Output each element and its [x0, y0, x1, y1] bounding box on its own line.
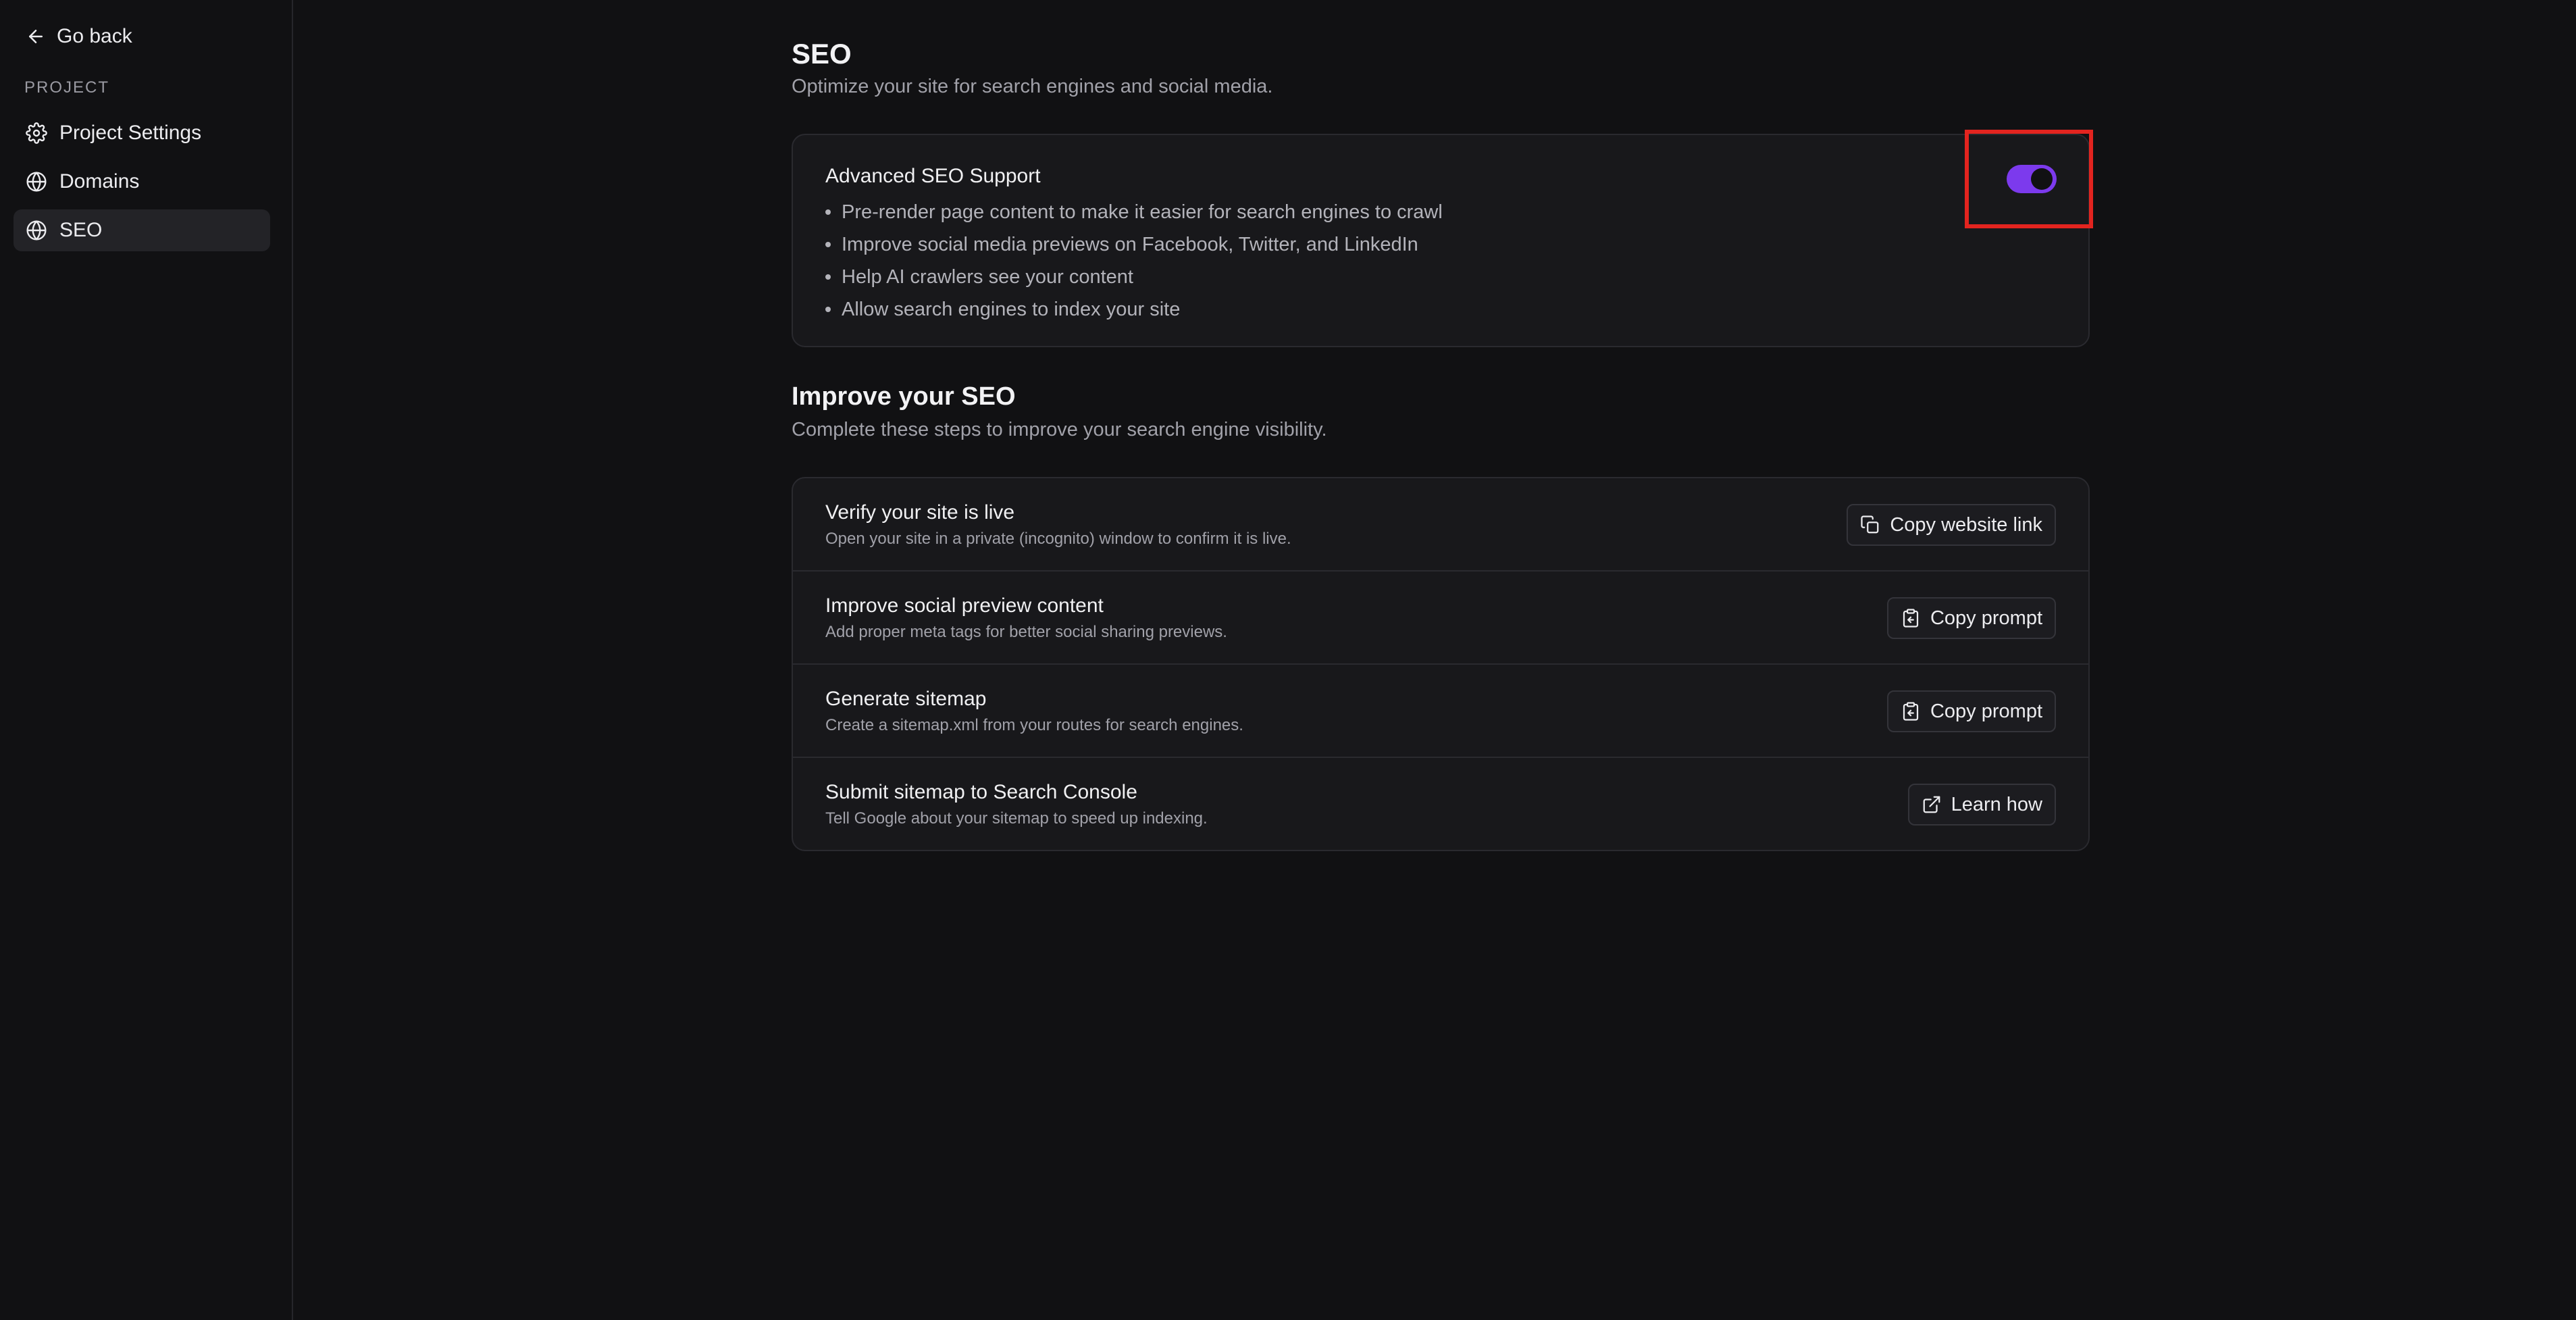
gear-icon: [26, 122, 47, 144]
step-description: Tell Google about your sitemap to speed …: [825, 809, 1208, 828]
go-back-button[interactable]: Go back: [26, 20, 132, 53]
step-row-verify-live: Verify your site is live Open your site …: [793, 478, 2088, 572]
step-description: Open your site in a private (incognito) …: [825, 530, 1291, 548]
advanced-seo-title: Advanced SEO Support: [825, 165, 1041, 187]
list-item: Allow search engines to index your site: [825, 293, 1443, 326]
sidebar-item-project-settings[interactable]: Project Settings: [14, 112, 270, 154]
button-label: Copy website link: [1890, 513, 2042, 536]
sidebar-item-label: Project Settings: [59, 122, 202, 144]
step-row-submit-sitemap: Submit sitemap to Search Console Tell Go…: [793, 758, 2088, 850]
button-label: Learn how: [1951, 793, 2042, 815]
advanced-seo-feature-list: Pre-render page content to make it easie…: [825, 196, 1443, 326]
list-item: Improve social media previews on Faceboo…: [825, 228, 1443, 261]
sidebar-item-domains[interactable]: Domains: [14, 161, 270, 203]
advanced-seo-card: Advanced SEO Support Pre-render page con…: [792, 130, 2093, 347]
step-description: Add proper meta tags for better social s…: [825, 623, 1227, 641]
copy-prompt-button[interactable]: Copy prompt: [1886, 597, 2056, 639]
clipboard-icon: [1903, 609, 1919, 628]
step-row-generate-sitemap: Generate sitemap Create a sitemap.xml fr…: [793, 665, 2088, 758]
sidebar: Go back PROJECT Project Settings Domains…: [0, 0, 293, 1320]
app-window: Go back PROJECT Project Settings Domains…: [0, 0, 2576, 1320]
step-title: Generate sitemap: [825, 688, 987, 710]
step-row-social-preview: Improve social preview content Add prope…: [793, 572, 2088, 665]
list-item: Help AI crawlers see your content: [825, 261, 1443, 293]
globe-icon: [26, 172, 47, 192]
copy-prompt-button[interactable]: Copy prompt: [1886, 690, 2056, 732]
improve-seo-title: Improve your SEO: [792, 382, 1016, 411]
list-item: Pre-render page content to make it easie…: [825, 196, 1443, 228]
copy-icon: [1861, 515, 1879, 534]
arrow-left-icon: [29, 30, 43, 43]
clipboard-icon: [1903, 702, 1919, 721]
page-subtitle: Optimize your site for search engines an…: [792, 76, 1273, 97]
toggle-knob: [2031, 168, 2053, 190]
sidebar-item-label: Domains: [59, 170, 140, 193]
globe-icon: [26, 220, 47, 240]
step-title: Improve social preview content: [825, 594, 1104, 617]
seo-steps-card: Verify your site is live Open your site …: [792, 477, 2090, 851]
learn-how-button[interactable]: Learn how: [1907, 784, 2056, 826]
external-link-icon: [1923, 796, 1940, 813]
sidebar-section-label: PROJECT: [24, 78, 110, 97]
sidebar-item-seo[interactable]: SEO: [14, 209, 270, 251]
advanced-seo-toggle[interactable]: [2007, 165, 2057, 193]
go-back-label: Go back: [57, 25, 132, 47]
sidebar-item-label: SEO: [59, 219, 103, 241]
page-title: SEO: [792, 38, 852, 70]
button-label: Copy prompt: [1930, 607, 2042, 629]
button-label: Copy prompt: [1930, 700, 2042, 722]
step-title: Submit sitemap to Search Console: [825, 781, 1137, 803]
step-description: Create a sitemap.xml from your routes fo…: [825, 716, 1243, 734]
copy-website-link-button[interactable]: Copy website link: [1847, 504, 2056, 546]
step-title: Verify your site is live: [825, 501, 1015, 524]
improve-seo-subtitle: Complete these steps to improve your sea…: [792, 419, 1327, 440]
